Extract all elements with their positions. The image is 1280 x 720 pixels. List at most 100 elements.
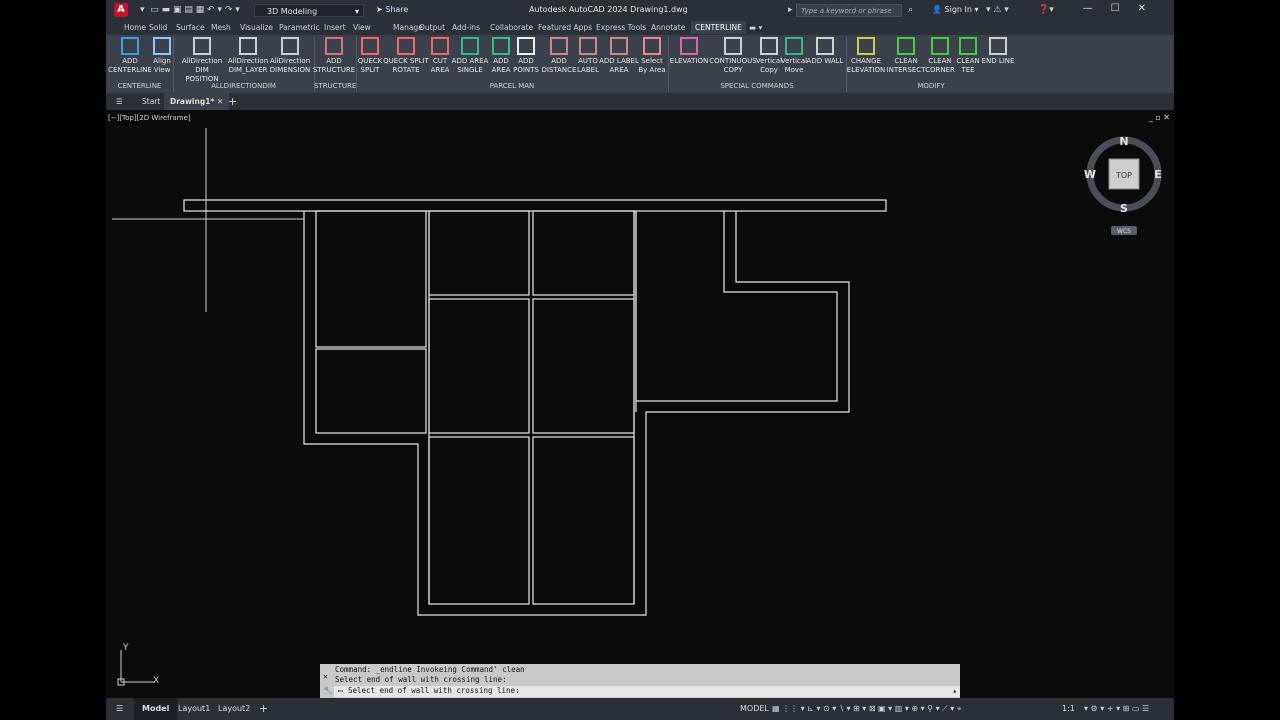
command-icon [361,37,379,55]
tab-parametric[interactable]: Parametric [279,23,320,32]
ucs-menu-label: WCS [1117,228,1131,235]
drawing-svg[interactable]: TOP N S E W WCS Y X [106,110,1174,698]
ribbon-button-end-line[interactable]: END LINE [974,37,1022,66]
help-search-input[interactable]: Type a keyword or phrase [796,4,902,17]
command-icon [239,37,257,55]
quick-access-toolbar[interactable]: ▾ ▭ ▬ ▣ ▤ ▦ ↶ ▾ ↷ ▾ [140,5,240,15]
drawing-canvas[interactable]: [−][Top][2D Wireframe] _ ▫ ✕ TOP N S E W… [106,110,1174,698]
command-icon [397,37,415,55]
command-line[interactable]: ✕ 🔧 Command: _endline Invokeing Command'… [320,664,960,698]
annotation-scale[interactable]: 1:1 [1062,704,1075,713]
sign-in-label: Sign In [944,5,972,14]
sign-in-button[interactable]: 👤 Sign In ▾ [932,5,979,14]
ribbon-button-label: DIMENSION [269,66,311,74]
autocad-logo[interactable]: A [114,3,128,17]
cart-icon[interactable]: ▾ ⚠ ▾ [986,5,1009,15]
ribbon-button-alldirection-dimension[interactable]: AllDirection DIMENSION [266,37,314,75]
share-label: Share [385,5,409,14]
workspace-dropdown[interactable]: 3D Modeling ▾ [254,4,364,17]
chevron-down-icon: ▾ [354,7,359,16]
command-icon [121,37,139,55]
status-toolbar-icons[interactable]: ▦ ⋮⋮ ▾ ⊾ ▾ ⊙ ▾ ∖ ▾ ⊞ ▾ ⊠ ▣ ▾ ▥ ▾ ⊕ ▾ ⚲ ▾… [772,704,961,714]
room [532,210,635,296]
ribbon-button-alldirection-dim-position[interactable]: AllDirection DIM POSITION [178,37,226,84]
window-controls[interactable]: —☐✕ [1083,3,1164,14]
ribbon-button-label: AllDirection [269,57,311,65]
help-icon[interactable]: ❓▾ [1038,5,1054,15]
status-right-icons[interactable]: ▾ ⚙ ▾ + ▾ ⊞ ▭ ☰ [1084,704,1149,713]
panel-label-special-commands: SPECIAL COMMANDS [720,82,794,90]
tab-view[interactable]: View [353,23,371,32]
search-icon[interactable]: ⌕ [908,5,913,15]
command-input[interactable]: ▭ Select end of wall with crossing line:… [334,686,960,697]
wrench-icon[interactable]: 🔧 [323,686,333,695]
close-icon[interactable]: ✕ [217,97,223,106]
ucs-x-label: X [153,676,159,686]
tab-collaborate[interactable]: Collaborate [490,23,533,32]
command-icon [281,37,299,55]
tab-add-ins[interactable]: Add-ins [452,23,480,32]
tab-layout1[interactable]: Layout1 [178,704,210,713]
command-icon [857,37,875,55]
model-space-toggle[interactable]: MODEL [740,704,769,713]
ribbon-button-label: AllDirection [181,57,223,65]
tab-visualize[interactable]: Visualize [240,23,273,32]
ribbon-button-label: DIM POSITION [185,66,219,83]
crosshair-cursor [112,128,304,312]
ribbon-button-elevation[interactable]: ELEVATION [665,37,713,66]
ribbon-button-alldirection-dim_layer[interactable]: AllDirection DIM_LAYER [224,37,272,75]
tab-drawing1-label: Drawing1* [170,97,215,106]
tab-surface[interactable]: Surface [176,23,205,32]
share-button[interactable]: ➤ Share [376,5,408,14]
tab-solid[interactable]: Solid [149,23,167,32]
command-icon [897,37,915,55]
tab-home[interactable]: Home [124,23,146,32]
tab-mesh[interactable]: Mesh [211,23,231,32]
command-history-line: Command: _endline Invokeing Command' cle… [335,665,525,674]
new-tab-button[interactable]: + [228,95,237,108]
compass-south[interactable]: S [1120,202,1128,215]
menu-icon[interactable]: ☰ [116,704,123,713]
room [532,436,635,605]
workspace-label: 3D Modeling [267,7,318,16]
viewcube[interactable]: TOP N S E W WCS [1084,135,1162,235]
tab-insert[interactable]: Insert [324,23,346,32]
room [315,210,427,348]
command-prompt-text: Select end of wall with crossing line: [348,686,520,695]
menu-icon[interactable]: ☰ [116,97,123,106]
panel-label-structure: STRUCTURE [314,82,357,90]
command-icon [680,37,698,55]
ribbon-panel: CENTERLINE ALLDIRECTIONDIM STRUCTURE PAR… [106,35,1174,93]
ribbon-button-label: DIM_LAYER [228,66,268,74]
tab-featured-apps[interactable]: Featured Apps [538,23,592,32]
tab-model[interactable]: Model [134,698,178,720]
tab-express-tools[interactable]: Express Tools [596,23,646,32]
tab-start[interactable]: Start [142,97,160,106]
add-layout-button[interactable]: + [259,702,268,715]
ucs-icon: Y X [117,643,159,686]
tab-overflow-icon[interactable]: ▬ ▾ [749,23,762,32]
command-icon [816,37,834,55]
ribbon-button-label: Move [784,66,804,74]
close-icon[interactable]: ✕ [323,672,328,681]
compass-east[interactable]: E [1154,168,1162,181]
compass-north[interactable]: N [1119,135,1128,148]
command-icon [610,37,628,55]
command-icon [325,37,343,55]
floor-plan [183,199,887,616]
tab-centerline[interactable]: CENTERLINE [691,21,746,34]
outer-wall [303,211,850,616]
tab-output[interactable]: Output [419,23,445,32]
tab-annotate[interactable]: Annotate [651,23,685,32]
command-history-line: Select end of wall with crossing line: [335,675,507,684]
ucs-y-label: Y [122,643,129,653]
compass-west[interactable]: W [1084,168,1096,181]
room [428,436,530,605]
tab-drawing1[interactable]: Drawing1* ✕ [164,93,230,110]
tab-layout2[interactable]: Layout2 [218,704,250,713]
status-bar: ☰ Model Layout1 Layout2 + MODEL ▦ ⋮⋮ ▾ ⊾… [106,698,1174,720]
room [428,210,530,296]
ribbon-button-label: By Area [638,66,666,74]
chevron-up-icon[interactable]: ▴ [952,686,957,695]
panel-label-modify: MODIFY [917,82,945,90]
